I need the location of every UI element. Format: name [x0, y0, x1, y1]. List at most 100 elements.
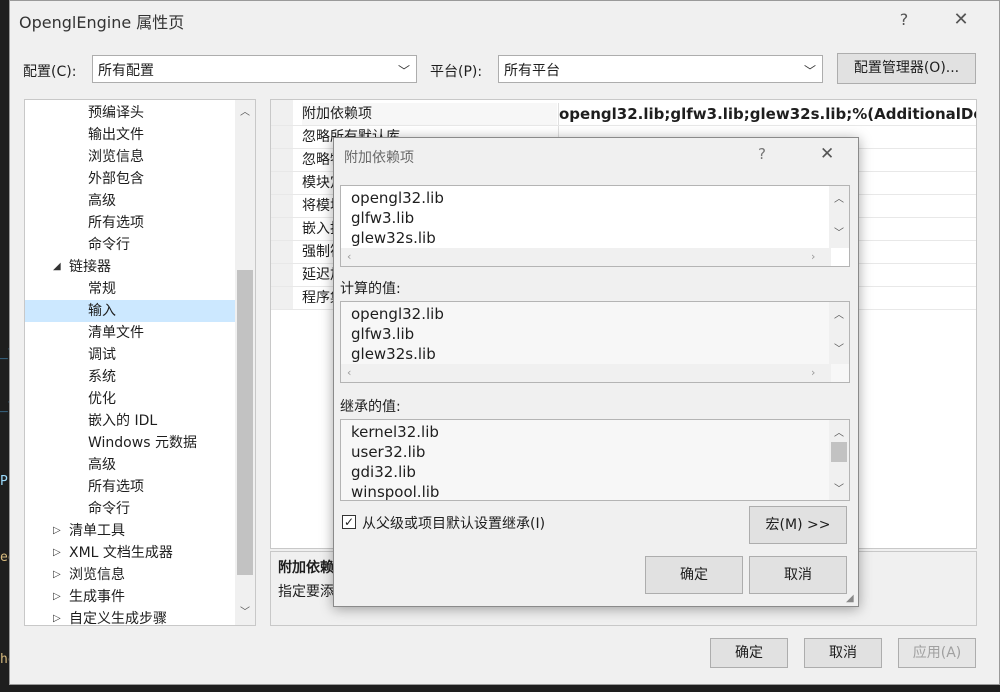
tree-item-label: 清单工具: [69, 523, 125, 539]
tree-item-label: 命令行: [88, 237, 130, 253]
config-label: 配置(C):: [23, 64, 77, 80]
dependencies-edit-box[interactable]: opengl32.lib glfw3.lib glew32s.lib ︿ ﹀ ‹ ›: [340, 185, 850, 267]
apply-button[interactable]: 应用(A): [898, 638, 976, 668]
list-item: glfw3.lib: [351, 209, 415, 227]
tree-item[interactable]: ▷ 清单工具: [25, 520, 235, 542]
ok-button[interactable]: 确定: [710, 638, 788, 668]
tree-item[interactable]: 优化: [25, 388, 235, 410]
scroll-left-icon[interactable]: ‹: [347, 250, 351, 263]
scroll-thumb[interactable]: [237, 270, 253, 575]
list-item: gdi32.lib: [351, 463, 416, 481]
tree-item[interactable]: ▷ 浏览信息: [25, 564, 235, 586]
scroll-down-icon[interactable]: ﹀: [829, 224, 849, 239]
tree-item-label: 浏览信息: [88, 149, 144, 165]
tree-item-label: 系统: [88, 369, 116, 385]
list-item: winspool.lib: [351, 483, 440, 500]
tree-item-label: 输出文件: [88, 127, 144, 143]
close-icon[interactable]: ✕: [820, 144, 834, 164]
macro-button[interactable]: 宏(M) >>: [749, 506, 847, 544]
edit-list: opengl32.lib glfw3.lib glew32s.lib: [341, 186, 831, 248]
scroll-right-icon[interactable]: ›: [811, 366, 815, 379]
edit-hscrollbar[interactable]: ‹ ›: [341, 248, 831, 266]
tree-item[interactable]: 高级: [25, 454, 235, 476]
tree-item-label: 常规: [88, 281, 116, 297]
platform-dropdown[interactable]: 所有平台 ﹀: [498, 55, 823, 83]
tree-item-label: 链接器: [69, 259, 111, 275]
chevron-down-icon: ﹀: [397, 64, 410, 78]
config-dropdown[interactable]: 所有配置 ﹀: [92, 55, 417, 83]
inherited-vscrollbar[interactable]: ︿ ﹀: [829, 420, 849, 500]
config-manager-button[interactable]: 配置管理器(O)...: [837, 53, 976, 84]
tree-item[interactable]: ◢ 链接器: [25, 256, 235, 278]
expand-icon[interactable]: ▷: [53, 520, 61, 542]
expand-icon[interactable]: ▷: [53, 564, 61, 586]
dialog-ok-button[interactable]: 确定: [645, 556, 743, 594]
inherited-values-box: kernel32.lib user32.lib gdi32.lib winspool.…: [340, 419, 850, 501]
computed-list: opengl32.lib glfw3.lib glew32s.lib: [341, 302, 831, 364]
tree-item[interactable]: 高级: [25, 190, 235, 212]
tree-item-label: 清单文件: [88, 325, 144, 341]
computed-hscrollbar[interactable]: ‹ ›: [341, 364, 831, 382]
tree-item[interactable]: 调试: [25, 344, 235, 366]
tree-item[interactable]: 清单文件: [25, 322, 235, 344]
list-item: user32.lib: [351, 443, 426, 461]
property-row[interactable]: 附加依赖项 opengl32.lib;glfw3.lib;glew32s.lib;…: [271, 103, 976, 126]
tree-item-label: 优化: [88, 391, 116, 407]
scroll-up-icon[interactable]: ︿: [829, 424, 849, 439]
tree-item[interactable]: 所有选项: [25, 476, 235, 498]
close-icon[interactable]: ✕: [943, 2, 979, 38]
computed-values-box: opengl32.lib glfw3.lib glew32s.lib ︿ ﹀ ‹ ›: [340, 301, 850, 383]
expand-icon[interactable]: ▷: [53, 608, 61, 625]
tree-item[interactable]: 浏览信息: [25, 146, 235, 168]
computed-vscrollbar[interactable]: ︿ ﹀: [829, 302, 849, 364]
tree-item[interactable]: 预编译头: [25, 102, 235, 124]
tree-item[interactable]: 所有选项: [25, 212, 235, 234]
property-value[interactable]: opengl32.lib;glfw3.lib;glew32s.lib;%(Add…: [558, 103, 976, 125]
inherit-checkbox-label: 从父级或项目默认设置继承(I): [362, 516, 546, 532]
tree-item[interactable]: 外部包含: [25, 168, 235, 190]
help-icon[interactable]: ?: [758, 145, 766, 163]
expand-icon[interactable]: ▷: [53, 542, 61, 564]
inherit-checkbox[interactable]: ✓: [342, 515, 356, 529]
tree-item-label: 嵌入的 IDL: [88, 413, 158, 429]
additional-dependencies-dialog: 附加依赖项 ? ✕ opengl32.lib glfw3.lib glew32s.l…: [333, 137, 859, 607]
tree-item-label: 输入: [88, 303, 116, 319]
resize-grip-icon[interactable]: ◢: [846, 593, 854, 604]
tree-item[interactable]: 命令行: [25, 234, 235, 256]
tree-item[interactable]: 输出文件: [25, 124, 235, 146]
scroll-down-icon[interactable]: ﹀: [829, 340, 849, 355]
scroll-left-icon[interactable]: ‹: [347, 366, 351, 379]
scroll-up-icon[interactable]: ︿: [829, 306, 849, 321]
tree-item[interactable]: ▷ 生成事件: [25, 586, 235, 608]
edit-vscrollbar[interactable]: ︿ ﹀: [829, 186, 849, 248]
list-item: glew32s.lib: [351, 229, 436, 247]
dialog-cancel-button[interactable]: 取消: [749, 556, 847, 594]
tree-item[interactable]: 常规: [25, 278, 235, 300]
tree-item[interactable]: 嵌入的 IDL: [25, 410, 235, 432]
scroll-thumb[interactable]: [831, 442, 847, 462]
tree-item[interactable]: 输入: [25, 300, 235, 322]
scroll-up-icon[interactable]: ︿: [235, 103, 255, 118]
tree-item[interactable]: ▷ XML 文档生成器: [25, 542, 235, 564]
scroll-down-icon[interactable]: ﹀: [829, 480, 849, 495]
list-item: glfw3.lib: [351, 325, 415, 343]
computed-label: 计算的值:: [340, 281, 401, 297]
help-icon[interactable]: ?: [886, 2, 922, 38]
property-name: 附加依赖项: [302, 103, 557, 125]
tree-item[interactable]: 命令行: [25, 498, 235, 520]
expand-icon[interactable]: ▷: [53, 586, 61, 608]
list-item: kernel32.lib: [351, 423, 439, 441]
scroll-up-icon[interactable]: ︿: [829, 190, 849, 205]
collapse-icon[interactable]: ◢: [53, 256, 61, 278]
tree-item[interactable]: ▷ 自定义生成步骤: [25, 608, 235, 625]
scroll-right-icon[interactable]: ›: [811, 250, 815, 263]
scroll-down-icon[interactable]: ﹀: [235, 603, 255, 618]
chevron-down-icon: ﹀: [803, 64, 816, 78]
tree-item[interactable]: 系统: [25, 366, 235, 388]
tree-item-label: 外部包含: [88, 171, 144, 187]
tree-item-label: 所有选项: [88, 479, 144, 495]
tree-scrollbar[interactable]: ︿ ﹀: [235, 100, 255, 625]
cancel-button[interactable]: 取消: [804, 638, 882, 668]
list-item: glew32s.lib: [351, 345, 436, 363]
tree-item[interactable]: Windows 元数据: [25, 432, 235, 454]
